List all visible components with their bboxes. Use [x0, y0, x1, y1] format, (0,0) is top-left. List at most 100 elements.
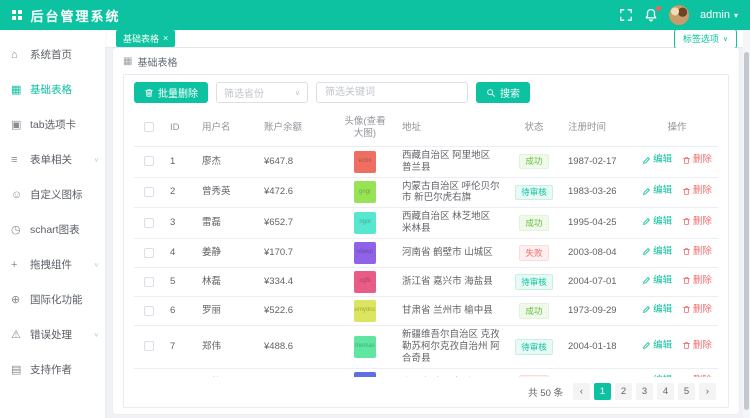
tab-basic-table[interactable]: 基础表格 ×	[116, 30, 175, 47]
sidebar-item-table[interactable]: ▦ 基础表格	[0, 72, 105, 107]
search-button[interactable]: 搜索	[476, 82, 530, 103]
cell-register-date: 1987-02-17	[562, 146, 636, 177]
cell-balance: ¥647.8	[258, 146, 334, 177]
page-button-2[interactable]: 2	[615, 383, 632, 400]
edit-pencil-icon	[642, 276, 651, 285]
avatar-image[interactable]: cgfb	[354, 271, 376, 293]
sidebar-item-error[interactable]: ⚠ 错误处理 ∨	[0, 317, 105, 352]
delete-button[interactable]: 删除	[682, 185, 712, 197]
content-card: ▦ 基础表格 批量删除 筛选省份 ∨	[113, 48, 739, 414]
row-checkbox[interactable]	[144, 341, 154, 351]
delete-button[interactable]: 删除	[682, 246, 712, 258]
avatar-image[interactable]: memas	[354, 336, 376, 358]
cell-balance: ¥472.6	[258, 177, 334, 208]
avatar-image[interactable]: sfewp	[354, 242, 376, 264]
sidebar-item-icon[interactable]: ☺ 自定义图标	[0, 177, 105, 212]
sidebar-item-form[interactable]: ≡ 表单相关 ∨	[0, 142, 105, 177]
province-select[interactable]: 筛选省份 ∨	[216, 82, 308, 103]
cell-username: 罗丽	[196, 297, 258, 326]
delete-button[interactable]: 删除	[682, 275, 712, 287]
edit-button[interactable]: 编辑	[642, 246, 672, 258]
tab-label: 基础表格	[123, 32, 159, 45]
avatar[interactable]	[669, 5, 689, 25]
delete-button[interactable]: 删除	[682, 340, 712, 352]
tag-options-button[interactable]: 标签选项 ∨	[674, 29, 737, 49]
fullscreen-icon[interactable]	[619, 8, 633, 22]
chevron-down-icon: ∨	[94, 331, 99, 337]
top-header: 后台管理系统 admin ▾	[0, 0, 750, 30]
row-checkbox[interactable]	[144, 218, 154, 228]
edit-button[interactable]: 编辑	[642, 185, 672, 197]
cell-register-date: 2004-07-01	[562, 268, 636, 297]
chevron-down-icon: ∨	[94, 156, 99, 162]
avatar-image[interactable]: ngol	[354, 212, 376, 234]
cell-id: 1	[164, 146, 196, 177]
cell-address: 山西省 太原市 迎泽区	[396, 368, 506, 377]
page-button-1[interactable]: 1	[594, 383, 611, 400]
cell-username: 郑伟	[196, 326, 258, 369]
row-checkbox[interactable]	[144, 156, 154, 166]
status-badge: 待审核	[515, 274, 553, 290]
page-button-5[interactable]: 5	[678, 383, 695, 400]
chevron-down-icon: ∨	[295, 89, 300, 97]
close-icon[interactable]: ×	[163, 34, 168, 43]
prev-page-button[interactable]: ‹	[573, 383, 590, 400]
row-checkbox[interactable]	[144, 248, 154, 258]
sidebar-item-tabs[interactable]: ▣ tab选项卡	[0, 107, 105, 142]
cell-address: 河南省 鹤壁市 山城区	[396, 239, 506, 268]
cell-id: 7	[164, 326, 196, 369]
support-icon: ▤	[11, 363, 26, 376]
cell-username: 廖杰	[196, 146, 258, 177]
sidebar-item-drag[interactable]: + 拖拽组件 ∨	[0, 247, 105, 282]
delete-trash-icon	[682, 247, 691, 256]
edit-pencil-icon	[642, 247, 651, 256]
sidebar-item-home[interactable]: ⌂ 系统首页	[0, 37, 105, 72]
column-header: 状态	[506, 110, 562, 146]
delete-button[interactable]: 删除	[682, 216, 712, 228]
edit-button[interactable]: 编辑	[642, 154, 672, 166]
row-checkbox[interactable]	[144, 277, 154, 287]
row-checkbox[interactable]	[144, 306, 154, 316]
cell-id: 6	[164, 297, 196, 326]
cell-username: 丁静	[196, 368, 258, 377]
table-row: 8 丁静 ¥407.5 rrtwbede 山西省 太原市 迎泽区 失败 1991…	[134, 368, 718, 377]
sidebar-item-donate[interactable]: ▤ 支持作者	[0, 352, 105, 387]
edit-button[interactable]: 编辑	[642, 340, 672, 352]
cell-balance: ¥334.4	[258, 268, 334, 297]
row-checkbox[interactable]	[144, 187, 154, 197]
search-icon	[486, 88, 496, 98]
form-icon: ≡	[11, 154, 26, 166]
batch-delete-button[interactable]: 批量删除	[134, 82, 208, 103]
keyword-input[interactable]	[316, 82, 468, 103]
edit-pencil-icon	[642, 217, 651, 226]
avatar-image[interactable]: ecbx	[354, 151, 376, 173]
sidebar-item-schart[interactable]: ◷ schart图表	[0, 212, 105, 247]
delete-button[interactable]: 删除	[682, 154, 712, 166]
user-menu[interactable]: admin ▾	[700, 9, 738, 21]
chart-clock-icon: ◷	[11, 223, 26, 236]
cell-address: 西藏自治区 林芝地区 米林县	[396, 208, 506, 239]
scrollbar[interactable]	[743, 30, 750, 418]
edit-button[interactable]: 编辑	[642, 275, 672, 287]
warning-icon: ⚠	[11, 328, 26, 341]
main-content: 基础表格 × 标签选项 ∨ ▦ 基础表格 批量删除 筛选省份 ∨	[105, 30, 750, 418]
select-all-checkbox[interactable]	[144, 122, 154, 132]
sidebar-item-i18n[interactable]: ⊕ 国际化功能	[0, 282, 105, 317]
notification-dot	[656, 6, 661, 11]
tabs-icon: ▣	[11, 118, 26, 131]
page-button-3[interactable]: 3	[636, 383, 653, 400]
avatar-image[interactable]: emydos	[354, 300, 376, 322]
edit-button[interactable]: 编辑	[642, 304, 672, 316]
avatar-image[interactable]: gngr	[354, 181, 376, 203]
edit-button[interactable]: 编辑	[642, 216, 672, 228]
scrollbar-thumb[interactable]	[744, 52, 749, 410]
next-page-button[interactable]: ›	[699, 383, 716, 400]
chevron-down-icon: ∨	[723, 35, 728, 43]
cell-username: 姜静	[196, 239, 258, 268]
cell-register-date: 2003-08-04	[562, 239, 636, 268]
page-button-4[interactable]: 4	[657, 383, 674, 400]
bell-icon[interactable]	[644, 8, 658, 22]
status-badge: 待审核	[515, 339, 553, 355]
table-row: 5 林磊 ¥334.4 cgfb 浙江省 嘉兴市 海盐县 待审核 2004-07…	[134, 268, 718, 297]
delete-button[interactable]: 删除	[682, 304, 712, 316]
